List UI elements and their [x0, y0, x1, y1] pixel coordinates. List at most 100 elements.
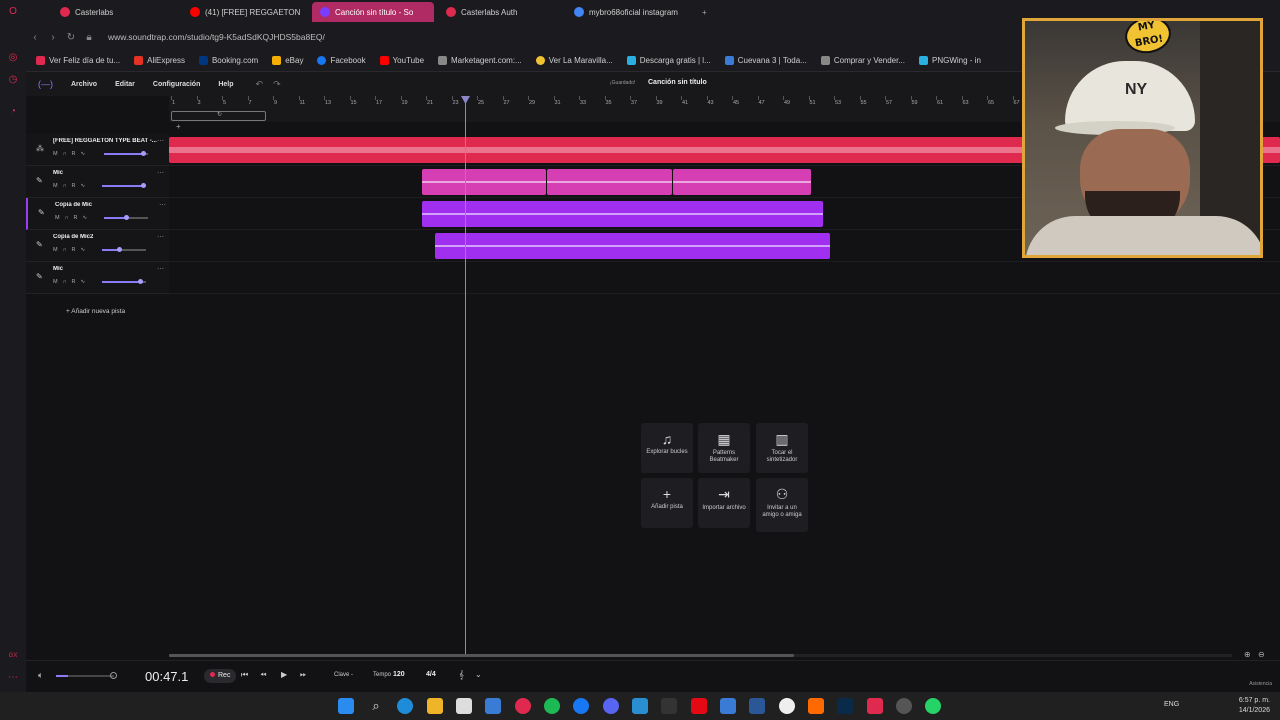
track-name[interactable]: Copia de Mic2	[53, 234, 158, 240]
track-menu-icon[interactable]: ⋯	[159, 201, 166, 209]
fast-forward-icon[interactable]: ⏩︎	[300, 670, 306, 680]
app-icon[interactable]	[867, 698, 883, 714]
more-icon[interactable]: ⋯	[7, 672, 19, 684]
bookmark-item[interactable]: Ver La Maravilla...	[535, 56, 613, 65]
whatsapp-icon[interactable]	[779, 698, 795, 714]
browser-tab-4[interactable]: mybro68oficial instagram	[566, 2, 694, 22]
headphones-icon[interactable]: ∩	[63, 279, 67, 285]
track-header[interactable]: ✎ Mic M ∩ R ∿ ⋯	[26, 262, 169, 294]
language-indicator[interactable]: ENG	[1164, 701, 1179, 708]
bookmark-item[interactable]: Cuevana 3 | Toda...	[724, 56, 807, 65]
tuner-icon[interactable]: 𝄞	[459, 670, 464, 680]
zoom-in-icon[interactable]: ⊕	[1244, 650, 1251, 659]
track-menu-icon[interactable]: ⋯	[157, 137, 164, 145]
store-icon[interactable]	[456, 698, 472, 714]
track-header[interactable]: ✎ Copia de Mic2 M ∩ R ∿ ⋯	[26, 230, 169, 262]
history-icon[interactable]: ◷	[7, 74, 19, 86]
track-name[interactable]: Mic	[53, 170, 158, 176]
undo-icon[interactable]: ↶	[256, 79, 264, 90]
file-explorer-icon[interactable]	[427, 698, 443, 714]
reload-icon[interactable]: ↻	[62, 32, 80, 43]
explore-loops-button[interactable]: ♫ Explorar bucles	[641, 423, 693, 473]
menu-editar[interactable]: Editar	[115, 81, 135, 88]
play-synth-button[interactable]: ▥ Tocar el sintetizador	[756, 423, 808, 473]
discord-icon[interactable]	[603, 698, 619, 714]
redo-icon[interactable]: ↷	[273, 79, 281, 90]
fx-icon[interactable]: ∿	[81, 151, 86, 157]
system-clock[interactable]: 6:57 p. m. 14/1/2026	[1239, 696, 1270, 716]
audio-clip[interactable]	[547, 169, 672, 195]
record-arm-button[interactable]: R	[72, 183, 76, 189]
url-field[interactable]: www.soundtrap.com/studio/tg9-K5adSdKQJHD…	[108, 32, 325, 42]
scrollbar-thumb[interactable]	[169, 654, 794, 657]
horizontal-scrollbar[interactable]	[169, 654, 1232, 657]
bookmark-item[interactable]: Comprar y Vender...	[820, 56, 905, 65]
messenger-icon[interactable]: ◎	[7, 52, 19, 64]
import-file-button[interactable]: ⇥ Importar archivo	[698, 478, 750, 528]
record-button[interactable]: Rec	[204, 669, 237, 683]
record-arm-button[interactable]: R	[74, 215, 78, 221]
bookmark-item[interactable]: eBay	[272, 56, 303, 65]
key-selector[interactable]: Clave -	[334, 672, 353, 678]
zoom-out-icon[interactable]: ⊖	[1258, 650, 1265, 659]
menu-archivo[interactable]: Archivo	[71, 81, 97, 88]
volume-knob[interactable]	[138, 279, 143, 284]
opera-logo-icon[interactable]: O	[7, 6, 19, 18]
app-icon[interactable]	[808, 698, 824, 714]
master-volume-knob[interactable]	[110, 672, 117, 679]
spotify-icon[interactable]	[544, 698, 560, 714]
headphones-icon[interactable]: ∩	[63, 247, 67, 253]
fx-icon[interactable]: ∿	[81, 247, 86, 253]
app-icon[interactable]	[485, 698, 501, 714]
mute-button[interactable]: M	[53, 279, 58, 285]
back-icon[interactable]: ‹	[26, 32, 44, 43]
clock-icon[interactable]: ◔	[7, 106, 19, 118]
app-icon[interactable]	[896, 698, 912, 714]
track-name[interactable]: Mic	[53, 266, 158, 272]
headphones-icon[interactable]: ∩	[63, 151, 67, 157]
browser-tab-active[interactable]: Canción sin título - So	[312, 2, 434, 22]
invite-friend-button[interactable]: ⚇ Invitar a un amigo o amiga	[756, 478, 808, 532]
volume-slider[interactable]	[104, 151, 148, 156]
speaker-icon[interactable]: 🔈︎	[38, 670, 43, 681]
assist-label[interactable]: Asistencia	[1249, 681, 1272, 687]
volume-knob[interactable]	[117, 247, 122, 252]
browser-tab-3[interactable]: Casterlabs Auth	[438, 2, 566, 22]
time-signature[interactable]: 4/4	[426, 671, 436, 678]
fx-icon[interactable]: ∿	[83, 215, 88, 221]
volume-knob[interactable]	[141, 151, 146, 156]
chevron-down-icon[interactable]: ⌄	[475, 670, 482, 679]
track-lane[interactable]	[169, 262, 1280, 294]
mute-button[interactable]: M	[55, 215, 60, 221]
fx-icon[interactable]: ∿	[81, 279, 86, 285]
add-marker-icon[interactable]: +	[176, 122, 181, 131]
playhead[interactable]	[461, 96, 470, 656]
whatsapp-icon[interactable]	[925, 698, 941, 714]
app-icon[interactable]	[720, 698, 736, 714]
search-icon[interactable]: ⌕	[368, 698, 384, 714]
headphones-icon[interactable]: ∩	[63, 183, 67, 189]
menu-configuracion[interactable]: Configuración	[153, 81, 200, 88]
record-arm-button[interactable]: R	[72, 279, 76, 285]
app-logo-icon[interactable]: (—)	[38, 79, 53, 89]
audio-clip[interactable]	[422, 169, 546, 195]
patterns-beatmaker-button[interactable]: ▦ Patterns Beatmaker	[698, 423, 750, 473]
mute-button[interactable]: M	[53, 151, 58, 157]
volume-slider[interactable]	[104, 215, 148, 220]
epic-games-icon[interactable]	[661, 698, 677, 714]
bookmark-item[interactable]: Marketagent.com:...	[438, 56, 522, 65]
loop-region[interactable]: ↻	[171, 111, 266, 121]
audio-clip[interactable]	[673, 169, 811, 195]
menu-help[interactable]: Help	[218, 81, 233, 88]
track-header-selected[interactable]: ✎ Copia de Mic M ∩ R ∿ ⋯	[26, 198, 169, 230]
audio-clip[interactable]	[422, 201, 823, 227]
lightroom-icon[interactable]	[749, 698, 765, 714]
track-menu-icon[interactable]: ⋯	[157, 265, 164, 273]
bookmark-item[interactable]: PNGWing - in	[919, 56, 981, 65]
volume-slider[interactable]	[102, 183, 146, 188]
volume-knob[interactable]	[141, 183, 146, 188]
track-name[interactable]: Copia de Mic	[55, 202, 160, 208]
mute-button[interactable]: M	[53, 247, 58, 253]
gx-icon[interactable]: GX	[7, 650, 19, 662]
track-header[interactable]: ⁂ [FREE] REGGAETON TYPE BEAT -... M ∩ R ∿ ⋯	[26, 134, 169, 166]
